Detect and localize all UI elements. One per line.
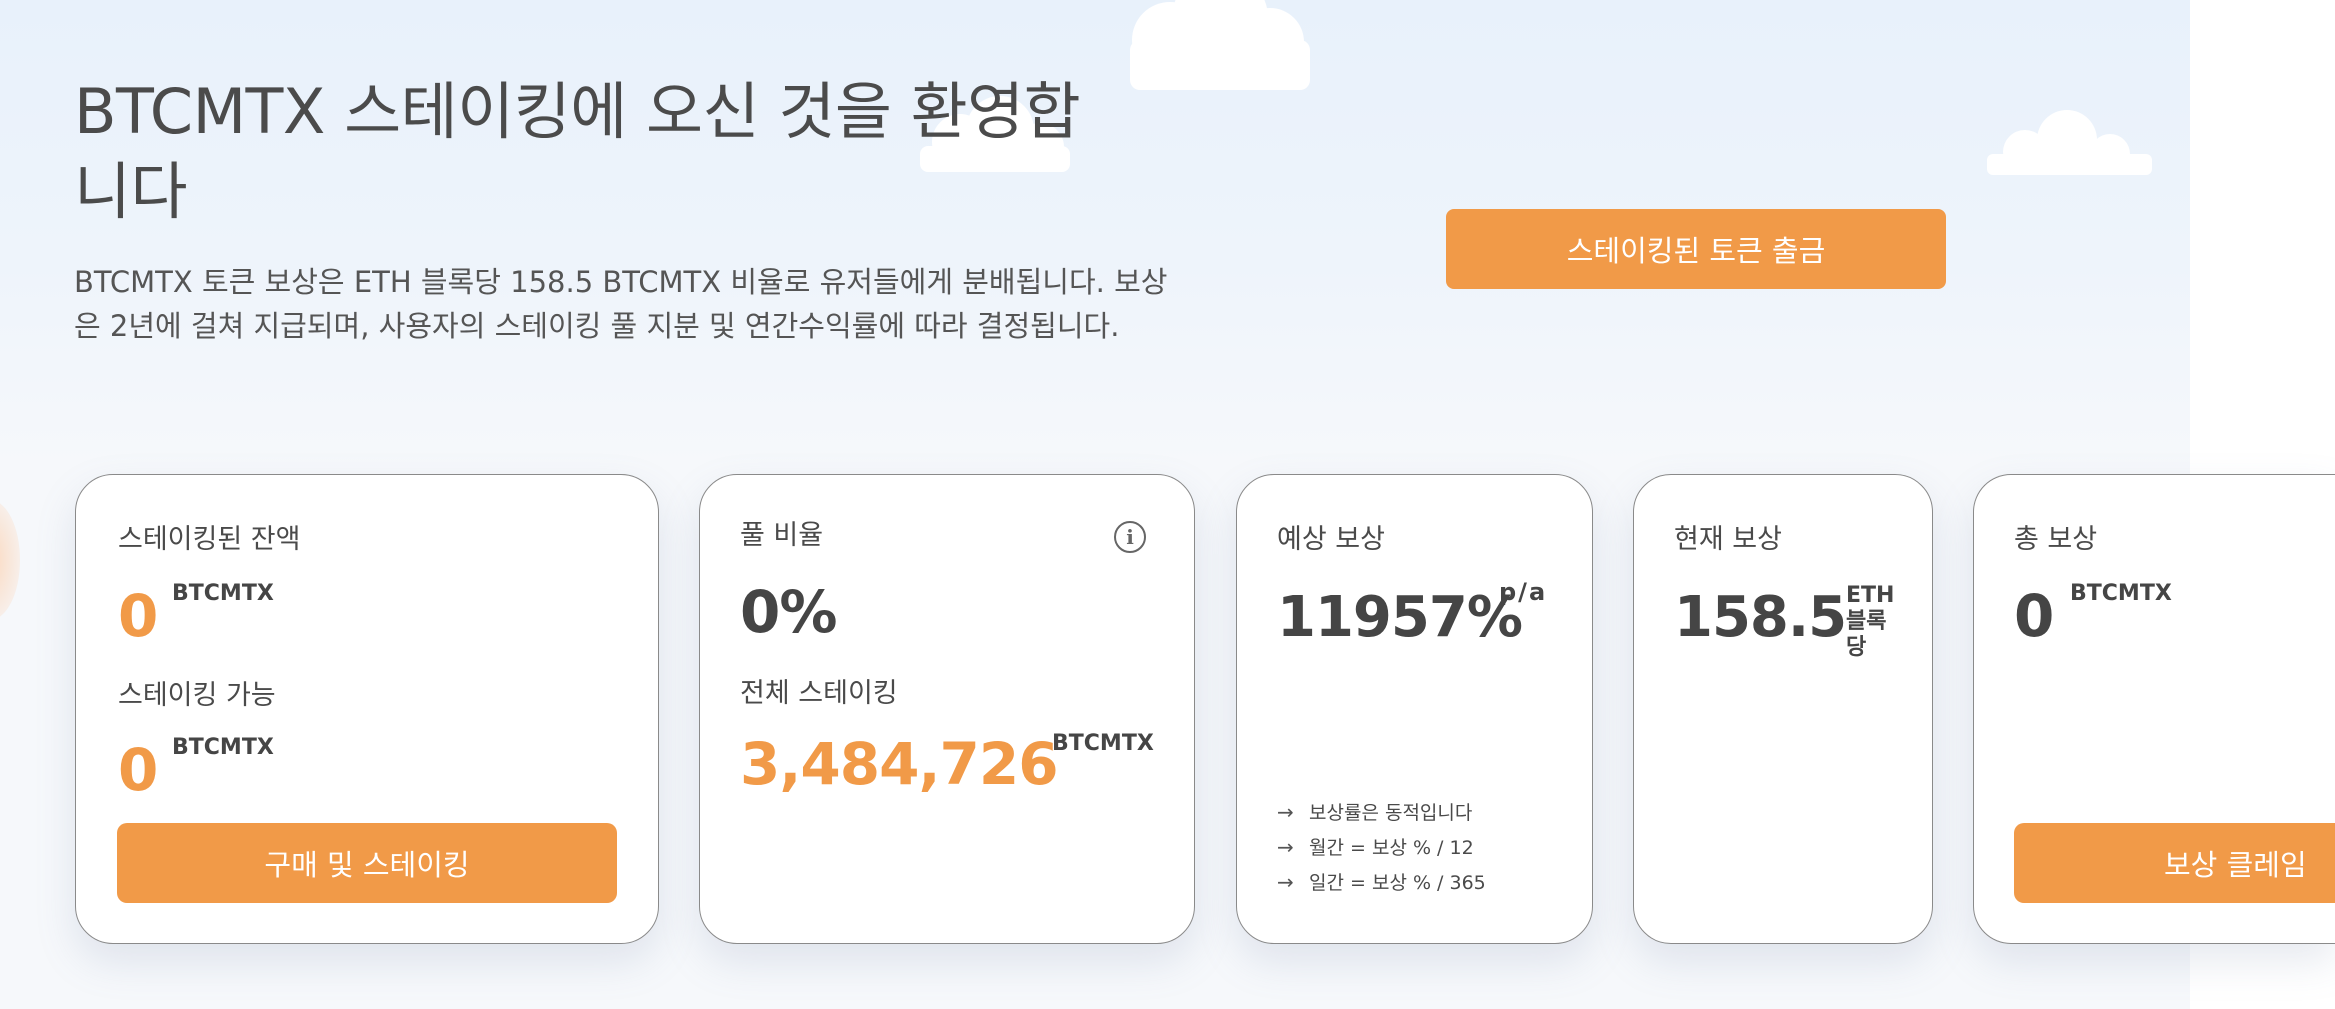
page-title: BTCMTX 스테이킹에 오신 것을 환영합니다 <box>74 75 1081 228</box>
total-staked-value: 3,484,726 <box>740 730 1059 798</box>
list-item: → 보상률은 동적입니다 <box>1277 795 1486 830</box>
stakeable-label: 스테이킹 가능 <box>118 680 276 711</box>
stakeable-unit: BTCMTX <box>172 735 274 760</box>
total-rewards-card: 총 보상 0 BTCMTX 보상 클레임 <box>1973 474 2335 944</box>
stakeable-value: 0 <box>118 736 158 804</box>
info-icon[interactable]: i <box>1114 521 1146 553</box>
current-rewards-unit-block: 블록 <box>1846 609 1887 634</box>
pool-ratio-value: 0% <box>740 578 837 646</box>
estimated-rewards-label: 예상 보상 <box>1277 524 1385 555</box>
current-rewards-card: 현재 보상 158.5 ETH 블록 당 <box>1633 474 1933 944</box>
pool-ratio-label: 풀 비율 <box>740 520 824 551</box>
decorative-glow <box>0 500 20 620</box>
list-item: → 일간 = 보상 % / 365 <box>1277 865 1486 900</box>
estimated-rewards-value: 11957% <box>1277 585 1523 650</box>
cloud-icon <box>1130 0 1310 90</box>
staked-balance-label: 스테이킹된 잔액 <box>118 524 301 555</box>
current-rewards-unit-per: 당 <box>1846 635 1867 660</box>
reward-note: 보상률은 동적입니다 <box>1309 802 1473 824</box>
total-staked-label: 전체 스테이킹 <box>740 678 898 709</box>
total-rewards-unit: BTCMTX <box>2070 581 2172 606</box>
total-rewards-label: 총 보상 <box>2014 524 2098 555</box>
current-rewards-unit-eth: ETH <box>1846 583 1895 608</box>
buy-and-stake-button[interactable]: 구매 및 스테이킹 <box>117 823 617 903</box>
reward-note: 월간 = 보상 % / 12 <box>1309 837 1474 859</box>
total-rewards-value: 0 <box>2014 582 2054 650</box>
staked-balance-unit: BTCMTX <box>172 581 274 606</box>
arrow-right-icon: → <box>1277 870 1294 894</box>
reward-note: 일간 = 보상 % / 365 <box>1309 872 1486 894</box>
arrow-right-icon: → <box>1277 835 1294 859</box>
cloud-icon <box>1987 110 2152 175</box>
estimated-rewards-card: 예상 보상 11957% p/a → 보상률은 동적입니다 → 월간 = 보상 % … <box>1236 474 1593 944</box>
current-rewards-label: 현재 보상 <box>1674 524 1782 555</box>
reward-notes-list: → 보상률은 동적입니다 → 월간 = 보상 % / 12 → 일간 = 보상 % /… <box>1277 795 1486 900</box>
pool-ratio-card: 풀 비율 i 0% 전체 스테이킹 3,484,726 BTCMTX <box>699 474 1195 944</box>
page-description: BTCMTX 토큰 보상은 ETH 블록당 158.5 BTCMTX 비율로 유… <box>74 265 1168 343</box>
current-rewards-value: 158.5 <box>1674 585 1847 650</box>
estimated-rewards-unit: p/a <box>1499 578 1548 606</box>
claim-rewards-button[interactable]: 보상 클레임 <box>2014 823 2335 903</box>
withdraw-staked-tokens-button[interactable]: 스테이킹된 토큰 출금 <box>1446 209 1946 289</box>
list-item: → 월간 = 보상 % / 12 <box>1277 830 1486 865</box>
total-staked-unit: BTCMTX <box>1052 731 1154 756</box>
staked-balance-card: 스테이킹된 잔액 0 BTCMTX 스테이킹 가능 0 BTCMTX 구매 및 … <box>75 474 659 944</box>
staked-balance-value: 0 <box>118 582 158 650</box>
arrow-right-icon: → <box>1277 800 1294 824</box>
